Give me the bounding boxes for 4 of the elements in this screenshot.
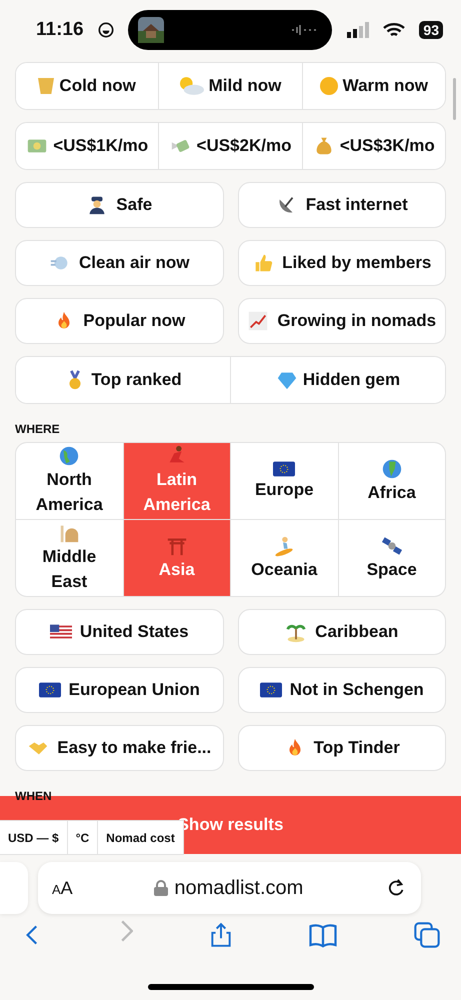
url-text: nomadlist.com [174,876,304,900]
battery-level: 93 [419,21,443,39]
section-label: WHERE [15,422,61,436]
status-time: 11:16 [36,19,84,41]
